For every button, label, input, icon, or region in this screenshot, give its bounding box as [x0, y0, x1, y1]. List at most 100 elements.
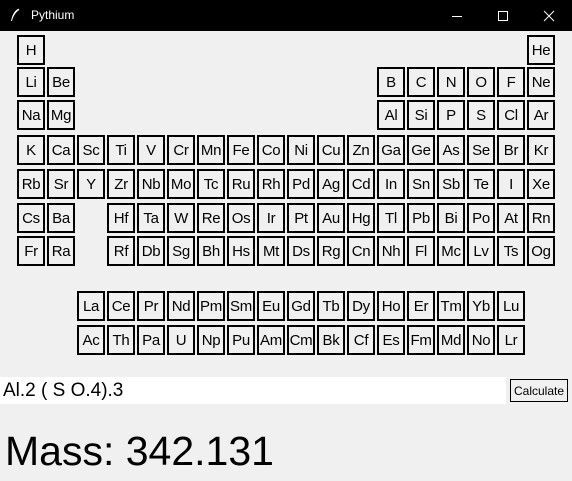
element-button-cr[interactable]: Cr: [167, 135, 195, 165]
element-button-ar[interactable]: Ar: [527, 100, 555, 130]
element-button-sg[interactable]: Sg: [167, 236, 195, 266]
element-button-pr[interactable]: Pr: [137, 291, 165, 321]
element-button-cf[interactable]: Cf: [347, 325, 375, 355]
element-button-np[interactable]: Np: [197, 325, 225, 355]
element-button-bi[interactable]: Bi: [437, 203, 465, 233]
element-button-hf[interactable]: Hf: [107, 203, 135, 233]
element-button-s[interactable]: S: [467, 100, 495, 130]
element-button-po[interactable]: Po: [467, 203, 495, 233]
element-button-bh[interactable]: Bh: [197, 236, 225, 266]
element-button-c[interactable]: C: [407, 67, 435, 97]
element-button-i[interactable]: I: [497, 169, 525, 199]
calculate-button[interactable]: Calculate: [510, 379, 568, 402]
element-button-yb[interactable]: Yb: [467, 291, 495, 321]
element-button-ru[interactable]: Ru: [227, 169, 255, 199]
element-button-sc[interactable]: Sc: [77, 135, 105, 165]
element-button-md[interactable]: Md: [437, 325, 465, 355]
element-button-w[interactable]: W: [167, 203, 195, 233]
element-button-cn[interactable]: Cn: [347, 236, 375, 266]
element-button-fm[interactable]: Fm: [407, 325, 435, 355]
element-button-k[interactable]: K: [17, 135, 45, 165]
element-button-es[interactable]: Es: [377, 325, 405, 355]
element-button-cs[interactable]: Cs: [17, 203, 45, 233]
element-button-ts[interactable]: Ts: [497, 236, 525, 266]
formula-input[interactable]: [0, 377, 506, 404]
element-button-ti[interactable]: Ti: [107, 135, 135, 165]
element-button-tm[interactable]: Tm: [437, 291, 465, 321]
element-button-ag[interactable]: Ag: [317, 169, 345, 199]
element-button-sm[interactable]: Sm: [227, 291, 255, 321]
element-button-ac[interactable]: Ac: [77, 325, 105, 355]
element-button-bk[interactable]: Bk: [317, 325, 345, 355]
element-button-lr[interactable]: Lr: [497, 325, 525, 355]
element-button-li[interactable]: Li: [17, 67, 45, 97]
element-button-pm[interactable]: Pm: [197, 291, 225, 321]
element-button-br[interactable]: Br: [497, 135, 525, 165]
element-button-cu[interactable]: Cu: [317, 135, 345, 165]
element-button-no[interactable]: No: [467, 325, 495, 355]
element-button-hs[interactable]: Hs: [227, 236, 255, 266]
element-button-mt[interactable]: Mt: [257, 236, 285, 266]
close-button[interactable]: [526, 0, 572, 31]
element-button-tb[interactable]: Tb: [317, 291, 345, 321]
element-button-tc[interactable]: Tc: [197, 169, 225, 199]
element-button-kr[interactable]: Kr: [527, 135, 555, 165]
element-button-fe[interactable]: Fe: [227, 135, 255, 165]
element-button-ir[interactable]: Ir: [257, 203, 285, 233]
element-button-rh[interactable]: Rh: [257, 169, 285, 199]
element-button-sn[interactable]: Sn: [407, 169, 435, 199]
element-button-th[interactable]: Th: [107, 325, 135, 355]
element-button-he[interactable]: He: [527, 35, 555, 65]
element-button-co[interactable]: Co: [257, 135, 285, 165]
element-button-o[interactable]: O: [467, 67, 495, 97]
element-button-nb[interactable]: Nb: [137, 169, 165, 199]
element-button-cl[interactable]: Cl: [497, 100, 525, 130]
element-button-lv[interactable]: Lv: [467, 236, 495, 266]
element-button-pa[interactable]: Pa: [137, 325, 165, 355]
element-button-eu[interactable]: Eu: [257, 291, 285, 321]
element-button-hg[interactable]: Hg: [347, 203, 375, 233]
element-button-h[interactable]: H: [17, 35, 45, 65]
element-button-tl[interactable]: Tl: [377, 203, 405, 233]
element-button-gd[interactable]: Gd: [287, 291, 315, 321]
element-button-be[interactable]: Be: [47, 67, 75, 97]
element-button-ne[interactable]: Ne: [527, 67, 555, 97]
element-button-ga[interactable]: Ga: [377, 135, 405, 165]
element-button-dy[interactable]: Dy: [347, 291, 375, 321]
title-bar[interactable]: Pythium: [0, 0, 572, 31]
element-button-zr[interactable]: Zr: [107, 169, 135, 199]
element-button-ba[interactable]: Ba: [47, 203, 75, 233]
element-button-pd[interactable]: Pd: [287, 169, 315, 199]
element-button-fr[interactable]: Fr: [17, 236, 45, 266]
element-button-ra[interactable]: Ra: [47, 236, 75, 266]
element-button-ni[interactable]: Ni: [287, 135, 315, 165]
element-button-fl[interactable]: Fl: [407, 236, 435, 266]
element-button-er[interactable]: Er: [407, 291, 435, 321]
element-button-cm[interactable]: Cm: [287, 325, 315, 355]
minimize-button[interactable]: [434, 0, 480, 31]
element-button-pu[interactable]: Pu: [227, 325, 255, 355]
element-button-os[interactable]: Os: [227, 203, 255, 233]
element-button-mn[interactable]: Mn: [197, 135, 225, 165]
element-button-y[interactable]: Y: [77, 169, 105, 199]
element-button-ta[interactable]: Ta: [137, 203, 165, 233]
element-button-rn[interactable]: Rn: [527, 203, 555, 233]
element-button-ca[interactable]: Ca: [47, 135, 75, 165]
element-button-pb[interactable]: Pb: [407, 203, 435, 233]
element-button-al[interactable]: Al: [377, 100, 405, 130]
element-button-se[interactable]: Se: [467, 135, 495, 165]
element-button-ge[interactable]: Ge: [407, 135, 435, 165]
element-button-te[interactable]: Te: [467, 169, 495, 199]
element-button-mg[interactable]: Mg: [47, 100, 75, 130]
element-button-rf[interactable]: Rf: [107, 236, 135, 266]
element-button-na[interactable]: Na: [17, 100, 45, 130]
element-button-rg[interactable]: Rg: [317, 236, 345, 266]
element-button-n[interactable]: N: [437, 67, 465, 97]
element-button-f[interactable]: F: [497, 67, 525, 97]
element-button-ce[interactable]: Ce: [107, 291, 135, 321]
element-button-ds[interactable]: Ds: [287, 236, 315, 266]
element-button-sr[interactable]: Sr: [47, 169, 75, 199]
element-button-pt[interactable]: Pt: [287, 203, 315, 233]
element-button-v[interactable]: V: [137, 135, 165, 165]
element-button-db[interactable]: Db: [137, 236, 165, 266]
